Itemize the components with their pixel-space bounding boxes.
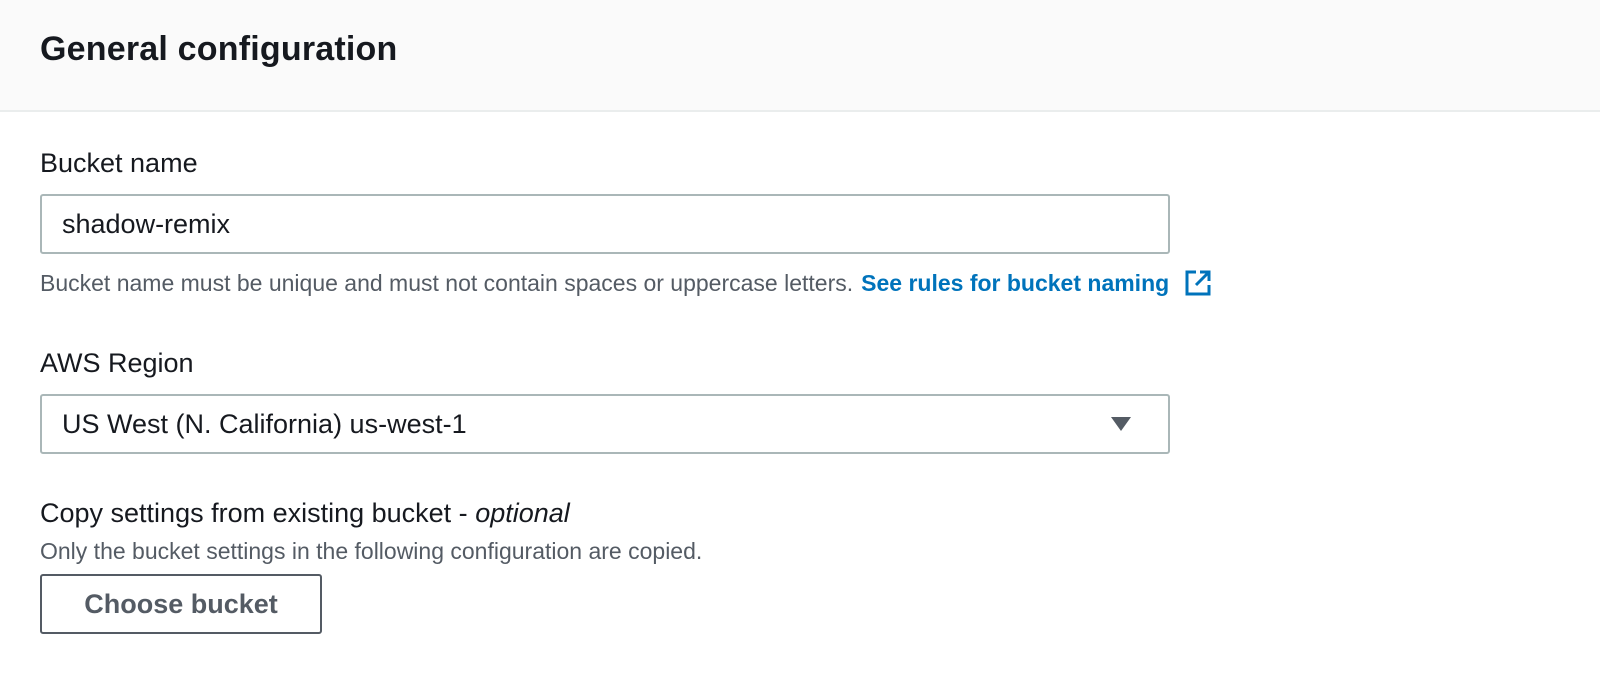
aws-region-selected-value: US West (N. California) us-west-1 bbox=[62, 408, 467, 439]
choose-bucket-button[interactable]: Choose bucket bbox=[40, 574, 322, 634]
external-link-icon bbox=[1185, 270, 1211, 296]
panel-title: General configuration bbox=[40, 29, 398, 68]
bucket-name-input[interactable] bbox=[40, 194, 1170, 254]
copy-settings-label: Copy settings from existing bucket - opt… bbox=[40, 500, 570, 527]
bucket-name-hint-text: Bucket name must be unique and must not … bbox=[40, 269, 854, 296]
bucket-naming-rules-link[interactable]: See rules for bucket naming bbox=[861, 268, 1213, 298]
aws-region-select[interactable]: US West (N. California) us-west-1 bbox=[40, 394, 1170, 454]
copy-settings-description: Only the bucket settings in the followin… bbox=[40, 538, 703, 564]
bucket-name-label: Bucket name bbox=[40, 148, 198, 178]
optional-label: optional bbox=[475, 498, 570, 528]
aws-region-label: AWS Region bbox=[40, 348, 194, 378]
caret-down-icon bbox=[1111, 417, 1131, 431]
bucket-name-hint: Bucket name must be unique and must not … bbox=[40, 268, 1213, 298]
copy-settings-label-text: Copy settings from existing bucket - bbox=[40, 498, 476, 528]
bucket-naming-rules-link-text: See rules for bucket naming bbox=[861, 269, 1170, 296]
panel-header: General configuration bbox=[0, 0, 1600, 112]
general-configuration-panel: General configuration Bucket name Bucket… bbox=[0, 0, 1600, 678]
